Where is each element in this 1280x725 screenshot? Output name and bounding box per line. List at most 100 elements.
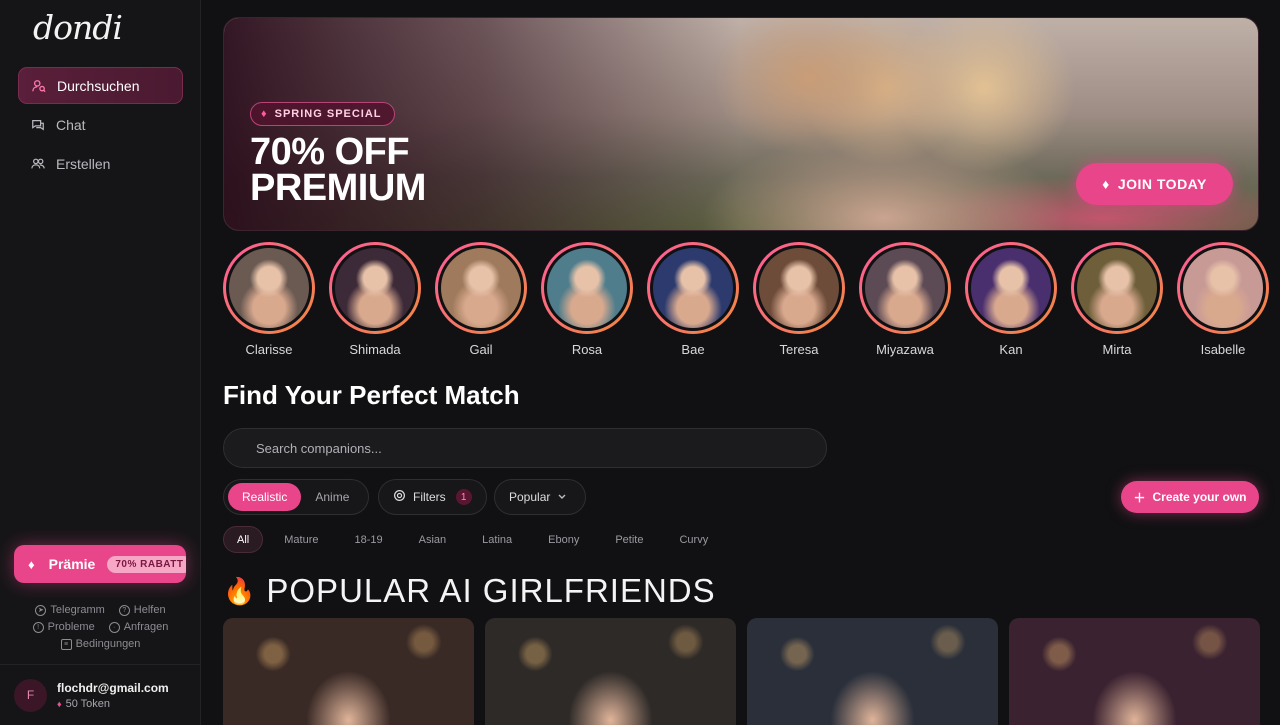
sidebar-item-erstellen[interactable]: Erstellen (18, 145, 183, 182)
story-name: Mirta (1102, 342, 1132, 357)
story-name: Kan (999, 342, 1023, 357)
category-petite[interactable]: Petite (602, 526, 656, 553)
story-name: Miyazawa (876, 342, 934, 357)
problems-label: Probleme (47, 621, 95, 633)
story-mirta[interactable]: Mirta (1071, 242, 1163, 357)
popular-title-text: POPULAR AI GIRLFRIENDS (266, 572, 716, 609)
story-name: Shimada (349, 342, 401, 357)
story-clarisse[interactable]: Clarisse (223, 242, 315, 357)
sidebar: dondi Durchsuchen Chat Erstellen ♦ Prämi… (0, 0, 201, 725)
gear-icon (393, 489, 406, 505)
story-rosa[interactable]: Rosa (541, 242, 633, 357)
filters-label: Filters (413, 490, 446, 504)
premium-button[interactable]: ♦ Prämie 70% RABATT (14, 545, 186, 583)
telegram-icon: ➤ (35, 604, 47, 616)
footer-links: ➤ Telegramm ? Helfen ! Probleme · Anfragen ≡… (0, 604, 201, 655)
story-ring (647, 242, 739, 334)
companion-card[interactable] (223, 618, 474, 725)
chevron-down-icon (557, 490, 567, 504)
help-link[interactable]: ? Helfen (118, 604, 166, 616)
story-kan[interactable]: Kan (965, 242, 1057, 357)
app-logo[interactable]: dondi (33, 8, 123, 47)
requests-label: Anfragen (123, 621, 169, 633)
story-teresa[interactable]: Teresa (753, 242, 845, 357)
sidebar-item-label: Erstellen (56, 155, 111, 172)
join-today-button[interactable]: ♦ JOIN TODAY (1076, 163, 1233, 205)
story-name: Rosa (571, 342, 603, 357)
help-icon: ? (118, 604, 130, 616)
sidebar-item-durchsuchen[interactable]: Durchsuchen (18, 67, 183, 104)
category-curvy[interactable]: Curvy (666, 526, 721, 553)
story-miyazawa[interactable]: Miyazawa (859, 242, 951, 357)
story-gail[interactable]: Gail (435, 242, 527, 357)
sort-select[interactable]: Popular (494, 479, 586, 515)
category-filters: All Mature 18-19 Asian Latina Ebony Petite Curv… (223, 526, 731, 553)
avatar (968, 245, 1054, 331)
avatar (226, 245, 312, 331)
document-icon: ≡ (60, 638, 72, 650)
avatar (862, 245, 948, 331)
avatar (1074, 245, 1160, 331)
avatar (544, 245, 630, 331)
story-ring (329, 242, 421, 334)
diamond-icon: ♦ (1102, 176, 1110, 192)
category-18-19[interactable]: 18-19 (341, 526, 395, 553)
user-email: flochdr@gmail.com (57, 680, 169, 695)
category-all[interactable]: All (223, 526, 264, 553)
category-mature[interactable]: Mature (271, 526, 331, 553)
banner-title-line1: 70% OFF (250, 131, 410, 173)
story-name: Gail (469, 342, 493, 357)
sidebar-item-label: Durchsuchen (57, 77, 140, 94)
banner-title: 70% OFF PREMIUM (250, 131, 426, 209)
problems-link[interactable]: ! Probleme (32, 621, 95, 633)
avatar (756, 245, 842, 331)
help-label: Helfen (133, 604, 166, 616)
token-balance: ♦ 50 Token (57, 698, 169, 710)
toggle-anime[interactable]: Anime (301, 483, 363, 511)
story-ring (435, 242, 527, 334)
premium-label: Prämie (48, 556, 96, 572)
companion-card[interactable] (1009, 618, 1260, 725)
chat-icon (30, 117, 46, 133)
category-ebony[interactable]: Ebony (535, 526, 592, 553)
fire-icon: 🔥 (223, 575, 257, 606)
banner-title-line2: PREMIUM (250, 167, 426, 209)
tag-label: SPRING SPECIAL (274, 108, 382, 120)
story-name: Teresa (779, 342, 819, 357)
create-your-own-button[interactable]: ＋ Create your own (1121, 481, 1259, 513)
story-bae[interactable]: Bae (647, 242, 739, 357)
telegram-label: Telegramm (50, 604, 105, 616)
search-input[interactable] (223, 428, 827, 468)
user-account[interactable]: F flochdr@gmail.com ♦ 50 Token (0, 664, 201, 725)
category-latina[interactable]: Latina (469, 526, 525, 553)
sidebar-item-chat[interactable]: Chat (18, 106, 183, 143)
token-count: 50 Token (65, 697, 111, 710)
filters-button[interactable]: Filters 1 (378, 479, 487, 515)
avatar (438, 245, 524, 331)
discount-badge: 70% RABATT (107, 555, 186, 573)
spring-special-tag: ♦ SPRING SPECIAL (250, 102, 395, 126)
companion-card[interactable] (485, 618, 736, 725)
sort-label: Popular (509, 490, 551, 504)
story-shimada[interactable]: Shimada (329, 242, 421, 357)
chat-bubble-icon: · (108, 621, 120, 633)
companion-card[interactable] (747, 618, 998, 725)
diamond-icon: ♦ (57, 698, 62, 709)
terms-label: Bedingungen (75, 638, 141, 650)
avatar (332, 245, 418, 331)
story-ring (541, 242, 633, 334)
category-asian[interactable]: Asian (406, 526, 460, 553)
filter-count-badge: 1 (455, 489, 472, 505)
toggle-realistic[interactable]: Realistic (228, 483, 302, 511)
requests-link[interactable]: · Anfragen (108, 621, 169, 633)
join-label: JOIN TODAY (1117, 176, 1207, 192)
story-isabelle[interactable]: Isabelle (1177, 242, 1269, 357)
telegram-link[interactable]: ➤ Telegramm (35, 604, 105, 616)
info-icon: ! (32, 621, 44, 633)
terms-link[interactable]: ≡ Bedingungen (60, 638, 141, 650)
promo-banner[interactable]: ♦ SPRING SPECIAL 70% OFF PREMIUM ♦ JOIN … (223, 17, 1259, 231)
avatar: F (14, 678, 47, 712)
story-name: Clarisse (245, 342, 293, 357)
story-ring (1177, 242, 1269, 334)
story-ring (965, 242, 1057, 334)
